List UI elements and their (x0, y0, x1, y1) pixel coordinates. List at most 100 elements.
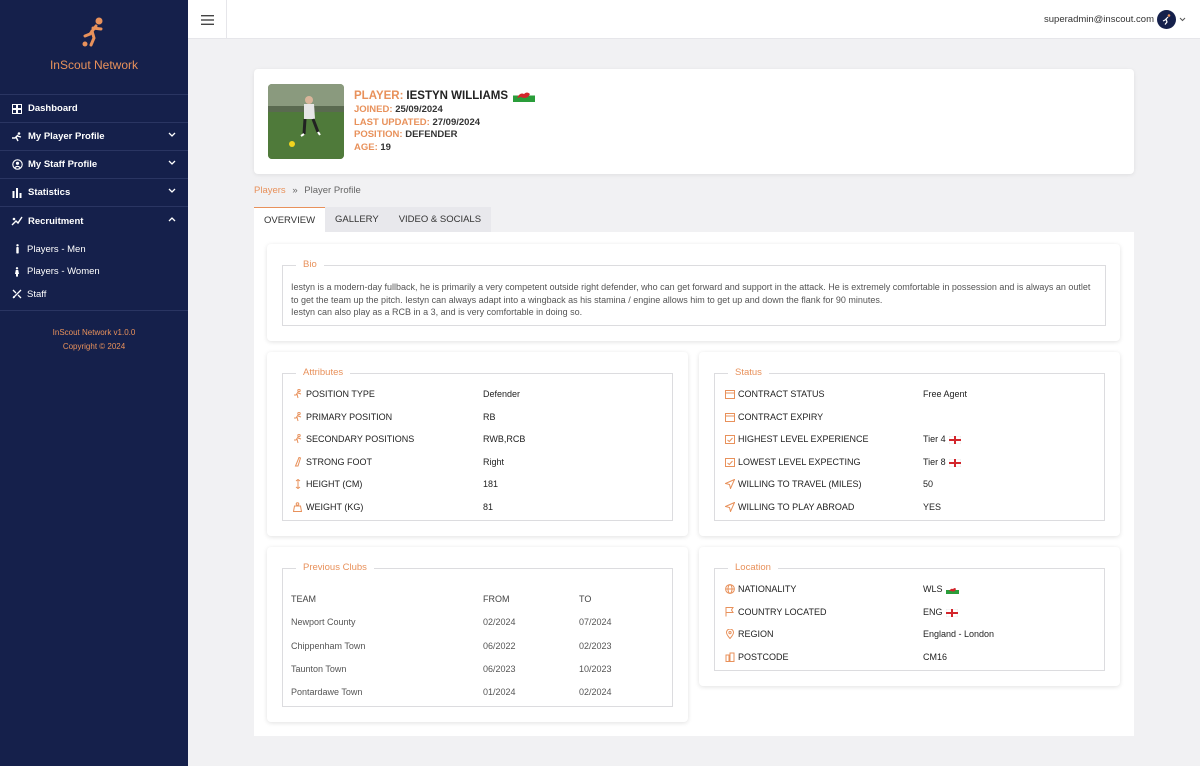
tab-video-socials[interactable]: VIDEO & SOCIALS (389, 207, 491, 232)
breadcrumb-link-players[interactable]: Players (254, 185, 286, 196)
tab-overview[interactable]: OVERVIEW (254, 207, 326, 232)
chevron-down-icon (168, 188, 176, 193)
attributes-card: Attributes POSITION TYPE Defender PRIMAR… (267, 352, 688, 536)
user-email: superadmin@inscout.com (1044, 14, 1154, 25)
sidebar-item-my-player-profile[interactable]: My Player Profile (0, 123, 188, 151)
map-pin-icon (723, 629, 736, 639)
attribute-label: POSITION TYPE (306, 389, 375, 399)
status-value: 50 (923, 479, 934, 489)
chevron-down-icon (168, 132, 176, 137)
location-value-with-flag: ENG (923, 607, 958, 617)
attribute-value: 81 (483, 502, 494, 512)
player-position: DEFENDER (405, 129, 458, 140)
table-row: Pontardawe Town 01/2024 02/2024 (291, 687, 664, 701)
location-value: WLS (923, 584, 943, 594)
bar-chart-icon (11, 187, 23, 199)
recruitment-submenu: Players - Men Players - Women Staff (0, 235, 188, 311)
updated-label: LAST UPDATED: (354, 116, 430, 128)
joined-label: JOINED: (354, 104, 393, 115)
player-name-line: PLAYER: IESTYN WILLIAMS (354, 89, 536, 102)
attribute-row: PRIMARY POSITION RB (291, 410, 664, 424)
status-label: WILLING TO TRAVEL (MILES) (738, 479, 862, 489)
player-photo[interactable] (268, 84, 344, 159)
club-from: 01/2024 (483, 687, 516, 697)
female-icon (11, 266, 23, 277)
attribute-row: HEIGHT (CM) 181 (291, 477, 664, 491)
sidebar-item-label: Staff (27, 288, 47, 300)
breadcrumb-current: Player Profile (304, 185, 361, 196)
attributes-title: Attributes (296, 367, 351, 378)
club-from: 02/2024 (483, 617, 516, 627)
send-icon (723, 502, 736, 512)
bio-text: Iestyn is a modern-day fullback, he is p… (291, 281, 1095, 319)
sidebar-item-dashboard[interactable]: Dashboard (0, 95, 188, 123)
location-row: COUNTRY LOCATED ENG (723, 605, 1096, 619)
topbar: superadmin@inscout.com (188, 0, 1200, 39)
status-card: Status CONTRACT STATUS Free Agent CONTRA… (699, 352, 1120, 536)
sidebar-item-players-women[interactable]: Players - Women (0, 261, 188, 284)
sidebar: InScout Network Dashboard My Player Prof… (0, 0, 188, 766)
club-to: 02/2023 (579, 641, 612, 651)
runner-icon (291, 389, 304, 399)
location-label: COUNTRY LOCATED (738, 607, 827, 617)
chevron-up-icon (168, 217, 176, 222)
sidebar-item-players-men[interactable]: Players - Men (0, 238, 188, 261)
attribute-label: PRIMARY POSITION (306, 412, 393, 422)
club-team: Newport County (291, 617, 356, 627)
previous-clubs-fieldset: Previous Clubs TEAM FROM TO Newport Coun… (282, 562, 673, 707)
boot-icon (291, 457, 304, 467)
status-value-with-flag: Tier 8 (923, 457, 961, 467)
location-value: CM16 (923, 652, 948, 662)
location-card: Location NATIONALITY WLS COUNTRY LOCATED… (699, 547, 1120, 686)
joined-date: 25/09/2024 (395, 104, 443, 115)
sidebar-item-label: Players - Women (27, 266, 100, 278)
chevron-down-icon (168, 160, 176, 165)
wales-flag-icon (513, 89, 536, 102)
tab-gallery[interactable]: GALLERY (325, 207, 389, 232)
overview-panel: Bio Iestyn is a modern-day fullback, he … (254, 232, 1134, 736)
runner-icon (291, 412, 304, 422)
wales-flag-icon (945, 585, 959, 594)
clubs-table-header: TEAM FROM TO (291, 594, 664, 608)
status-label: HIGHEST LEVEL EXPERIENCE (738, 434, 869, 444)
location-fieldset: Location NATIONALITY WLS COUNTRY LOCATED… (714, 562, 1105, 671)
attribute-value: RB (483, 412, 496, 422)
sidebar-item-statistics[interactable]: Statistics (0, 179, 188, 207)
player-name: IESTYN WILLIAMS (406, 89, 509, 102)
sidebar-item-recruitment[interactable]: Recruitment (0, 207, 188, 235)
menu-toggle-button[interactable] (188, 0, 227, 39)
bio-fieldset: Bio Iestyn is a modern-day fullback, he … (282, 259, 1106, 326)
status-label: CONTRACT STATUS (738, 389, 825, 399)
sidebar-item-label: Recruitment (28, 215, 84, 227)
attribute-row: SECONDARY POSITIONS RWB,RCB (291, 432, 664, 446)
bio-title: Bio (296, 259, 324, 270)
england-flag-icon (945, 608, 958, 617)
position-label: POSITION: (354, 129, 403, 140)
location-title: Location (728, 562, 778, 573)
sidebar-item-label: Dashboard (28, 103, 78, 114)
user-menu[interactable]: superadmin@inscout.com (1044, 10, 1186, 29)
bio-card: Bio Iestyn is a modern-day fullback, he … (267, 244, 1120, 341)
attribute-value: Right (483, 457, 505, 467)
attribute-label: HEIGHT (CM) (306, 479, 363, 489)
attribute-value: RWB,RCB (483, 434, 526, 444)
attribute-row: STRONG FOOT Right (291, 455, 664, 469)
england-flag-icon (948, 458, 961, 467)
table-row: Taunton Town 06/2023 10/2023 (291, 664, 664, 678)
location-value: ENG (923, 607, 943, 617)
app-logo[interactable]: InScout Network (0, 0, 188, 95)
status-value: Free Agent (923, 389, 968, 399)
attribute-row: POSITION TYPE Defender (291, 387, 664, 401)
club-to: 10/2023 (579, 664, 612, 674)
status-row: WILLING TO TRAVEL (MILES) 50 (723, 477, 1096, 491)
calendar-icon (723, 412, 736, 422)
status-row: CONTRACT STATUS Free Agent (723, 387, 1096, 401)
status-value-with-flag: Tier 4 (923, 434, 961, 444)
send-icon (723, 479, 736, 489)
status-label: LOWEST LEVEL EXPECTING (738, 457, 861, 467)
player-info: PLAYER: IESTYN WILLIAMS JOINED: 25/09/20… (354, 89, 536, 154)
location-row: REGION England - London (723, 627, 1096, 641)
status-row: WILLING TO PLAY ABROAD YES (723, 500, 1096, 514)
sidebar-item-my-staff-profile[interactable]: My Staff Profile (0, 151, 188, 179)
sidebar-item-staff[interactable]: Staff (0, 283, 188, 306)
